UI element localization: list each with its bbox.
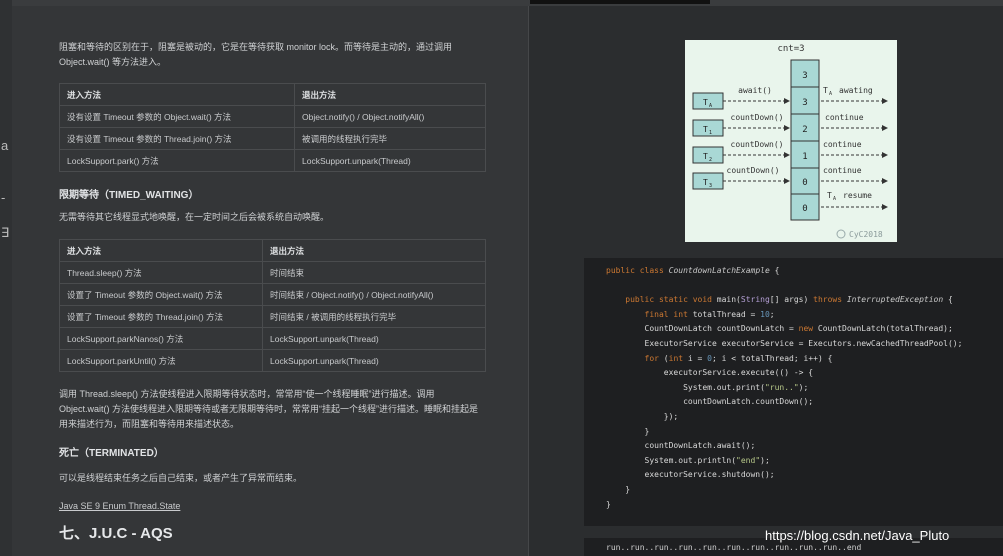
- diagram-title: cnt=3: [777, 44, 804, 54]
- table-header-row: 进入方法 退出方法: [59, 83, 486, 106]
- counter-column: 3 3 2 1 0 0: [790, 59, 820, 221]
- table-cell: 时间结束: [262, 261, 486, 284]
- edge-glyph: ∃: [1, 225, 10, 240]
- count-cell: 3: [802, 71, 807, 81]
- countdownlatch-diagram: cnt=3 3 3 2 1 0 0 T A T 1 T 2 T 3 await(…: [685, 40, 897, 242]
- table-cell: 没有设置 Timeout 参数的 Object.wait() 方法: [59, 105, 295, 128]
- aqs-section-heading: 七、J.U.C - AQS: [59, 525, 173, 542]
- count-cell: 1: [802, 152, 807, 162]
- timed-waiting-desc: 无需等待其它线程显式地唤醒，在一定时间之后会被系统自动唤醒。: [59, 212, 330, 222]
- result-arrows: T A awating continue continue continue T…: [821, 86, 888, 210]
- call-arrows: await() countDown() countDown() countDow…: [723, 86, 790, 184]
- count-cell: 2: [802, 125, 807, 135]
- result-sub: A: [833, 196, 836, 202]
- count-cell: 0: [802, 178, 807, 188]
- thread-label: T: [703, 125, 708, 134]
- result-label: continue: [823, 140, 862, 149]
- terminated-heading: 死亡（TERMINATED）: [59, 448, 164, 459]
- thread-sub: A: [709, 103, 712, 109]
- table-row: 设置了 Timeout 参数的 Object.wait() 方法 时间结束 / …: [59, 283, 486, 306]
- code-line: CountdownLatchExample: [668, 266, 770, 275]
- table-header-cell: 进入方法: [59, 239, 263, 262]
- table-cell: LockSupport.unpark(Thread): [262, 349, 486, 372]
- table-header-cell: 退出方法: [294, 83, 486, 106]
- table-cell: LockSupport.unpark(Thread): [262, 327, 486, 350]
- table-cell: 时间结束 / Object.notify() / Object.notifyAl…: [262, 283, 486, 306]
- table-cell: LockSupport.parkNanos() 方法: [59, 327, 263, 350]
- intro-paragraph: 阻塞和等待的区别在于，阻塞是被动的，它是在等待获取 monitor lock。而…: [59, 42, 453, 67]
- code-block: public class CountdownLatchExample { pub…: [584, 258, 1003, 526]
- table-header-row: 进入方法 退出方法: [59, 239, 486, 262]
- result-label: resume: [843, 191, 872, 200]
- call-label: countDown(): [731, 140, 784, 149]
- document-page: 阻塞和等待的区别在于，阻塞是被动的，它是在等待获取 monitor lock。而…: [12, 6, 529, 556]
- table-cell: 设置了 Timeout 参数的 Object.wait() 方法: [59, 283, 263, 306]
- result-label: T: [823, 86, 828, 95]
- sleep-paragraph: 调用 Thread.sleep() 方法使线程进入限期等待状态时，常常用“使一个…: [59, 389, 479, 429]
- edge-glyph: a: [1, 138, 9, 153]
- result-label: continue: [823, 166, 862, 175]
- table-timed-waiting: 进入方法 退出方法 Thread.sleep() 方法 时间结束 设置了 Tim…: [59, 239, 486, 372]
- thread-state-link[interactable]: Java SE 9 Enum Thread.State: [59, 501, 180, 511]
- timed-waiting-heading: 限期等待（TIMED_WAITING）: [59, 190, 199, 201]
- table-header-cell: 退出方法: [262, 239, 486, 262]
- table-row: LockSupport.park() 方法 LockSupport.unpark…: [59, 149, 486, 172]
- table-header-cell: 进入方法: [59, 83, 295, 106]
- table-row: 没有设置 Timeout 参数的 Thread.join() 方法 被调用的线程…: [59, 127, 486, 150]
- table-row: Thread.sleep() 方法 时间结束: [59, 261, 486, 284]
- table-row: 没有设置 Timeout 参数的 Object.wait() 方法 Object…: [59, 105, 486, 128]
- table-cell: 被调用的线程执行完毕: [294, 127, 486, 150]
- diagram-watermark-text: CyC2018: [849, 230, 883, 239]
- table-row: LockSupport.parkUntil() 方法 LockSupport.u…: [59, 349, 486, 372]
- table-cell: LockSupport.park() 方法: [59, 149, 295, 172]
- call-label: countDown(): [731, 113, 784, 122]
- thread-sub: 3: [709, 183, 712, 189]
- result-label: continue: [825, 113, 864, 122]
- csdn-watermark: https://blog.csdn.net/Java_Pluto: [765, 528, 950, 543]
- edge-glyph: -: [1, 190, 6, 205]
- count-cell: 3: [802, 98, 807, 108]
- diagram-watermark: CyC2018: [836, 229, 883, 239]
- table-cell: 没有设置 Timeout 参数的 Thread.join() 方法: [59, 127, 295, 150]
- call-label: await(): [738, 86, 772, 95]
- code-text: public class CountdownLatchExample { pub…: [606, 266, 963, 509]
- table-row: 设置了 Timeout 参数的 Thread.join() 方法 时间结束 / …: [59, 305, 486, 328]
- table-cell: Thread.sleep() 方法: [59, 261, 263, 284]
- table-cell: 设置了 Timeout 参数的 Thread.join() 方法: [59, 305, 263, 328]
- result-label: awating: [839, 86, 873, 95]
- terminated-desc: 可以是线程结束任务之后自己结束，或者产生了异常而结束。: [59, 473, 303, 483]
- left-edge: a - ∃: [0, 0, 12, 556]
- code-line: public class: [606, 266, 669, 275]
- thread-boxes: T A T 1 T 2 T 3: [692, 92, 724, 190]
- table-cell: 时间结束 / 被调用的线程执行完毕: [262, 305, 486, 328]
- output-text: run..run..run..run..run..run..run..run..…: [606, 543, 862, 552]
- count-cell: 0: [802, 204, 807, 214]
- result-label: T: [827, 191, 832, 200]
- table-cell: LockSupport.unpark(Thread): [294, 149, 486, 172]
- thread-sub: 1: [709, 130, 712, 136]
- result-sub: A: [829, 91, 832, 97]
- thread-label: T: [703, 98, 708, 107]
- table-waiting: 进入方法 退出方法 没有设置 Timeout 参数的 Object.wait()…: [59, 83, 486, 172]
- call-label: countDown(): [727, 166, 780, 175]
- top-bar-dark: [530, 0, 710, 4]
- table-cell: LockSupport.parkUntil() 方法: [59, 349, 263, 372]
- table-row: LockSupport.parkNanos() 方法 LockSupport.u…: [59, 327, 486, 350]
- thread-label: T: [703, 152, 708, 161]
- table-cell: Object.notify() / Object.notifyAll(): [294, 105, 486, 128]
- thread-sub: 2: [709, 157, 712, 163]
- thread-label: T: [703, 178, 708, 187]
